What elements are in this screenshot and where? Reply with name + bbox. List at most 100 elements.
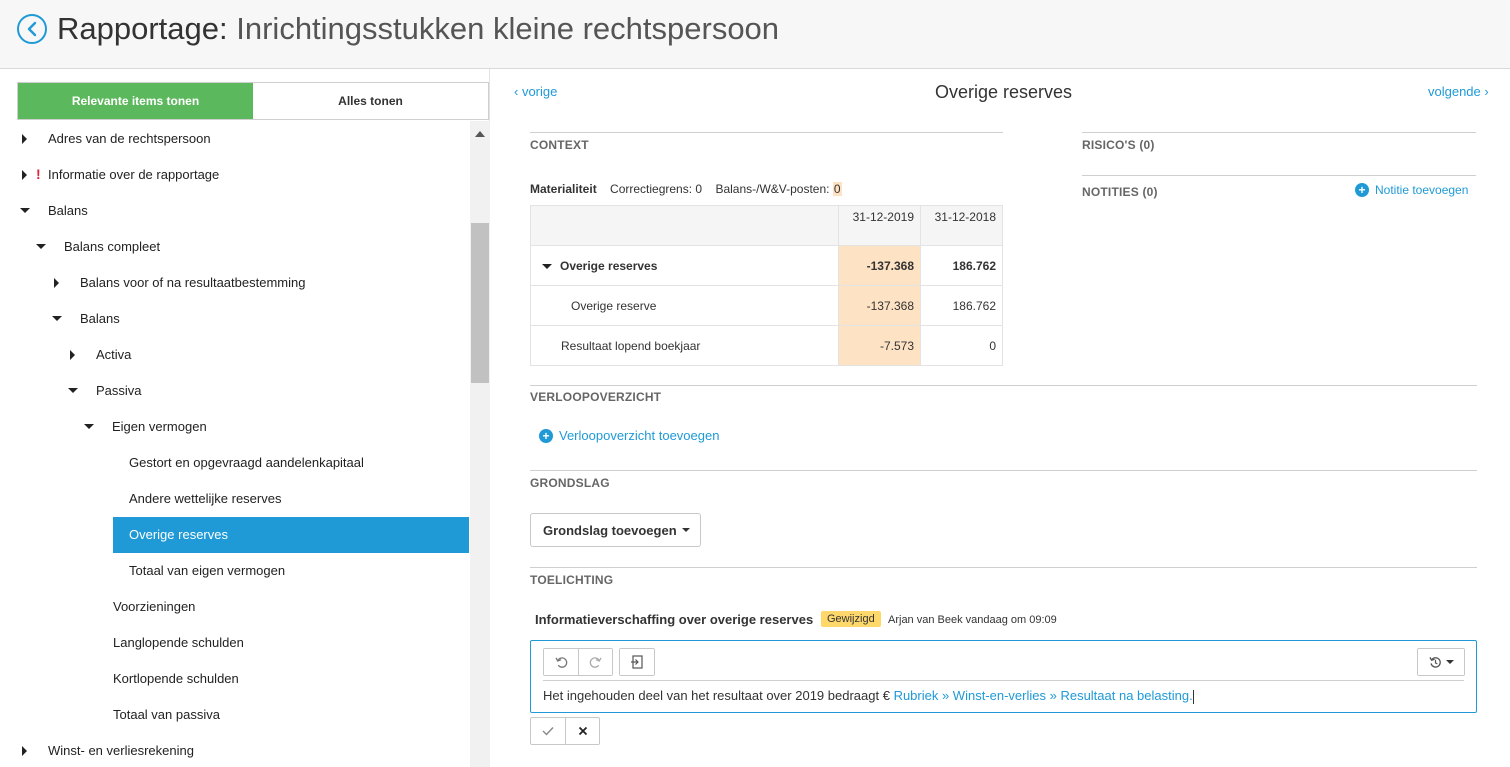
caret-right-icon[interactable] [54,278,59,288]
history-group [1417,648,1465,676]
sidebar: Relevante items tonen Alles tonen Adres … [0,69,490,767]
editor-content[interactable]: Het ingehouden deel van het resultaat ov… [543,688,1194,704]
tree-item-label: Langlopende schulden [113,635,244,650]
verloop-label: VERLOOPOVERZICHT [530,390,662,404]
tree-item-gestort[interactable]: Gestort en opgevraagd aandelenkapitaal [0,445,470,481]
insert-icon [630,655,643,669]
redo-icon [589,656,602,668]
tree-item-andere-wettelijke[interactable]: Andere wettelijke reserves [0,481,470,517]
editor-reference-link[interactable]: Rubriek » Winst-en-verlies » Resultaat n… [894,688,1193,703]
caret-down-icon[interactable] [36,244,46,249]
toggle-all-button[interactable]: Alles tonen [253,83,488,119]
grondslag-label: GRONDSLAG [530,476,610,490]
tree-item-winst-verlies[interactable]: Winst- en verliesrekening [0,733,470,767]
risks-label: RISICO'S (0) [1082,138,1155,152]
next-label: volgende [1428,84,1481,99]
caret-down-icon [681,528,690,532]
row-label: Overige reserve [530,285,839,326]
toggle-relevant-button[interactable]: Relevante items tonen [18,83,253,119]
tree-item-voorzieningen[interactable]: Voorzieningen [0,589,470,625]
sidebar-scrollbar[interactable] [470,121,490,767]
posts-label: Balans-/W&V-posten: [715,182,830,196]
cancel-button[interactable] [565,718,599,744]
caret-right-icon[interactable] [22,170,27,180]
caret-right-icon[interactable] [22,134,27,144]
history-icon [1428,656,1441,668]
materiality-row: Materialiteit Correctiegrens: 0 Balans-/… [530,182,842,196]
tree-item-informatie[interactable]: ! Informatie over de rapportage [0,157,470,193]
tree-view: Adres van de rechtspersoon ! Informatie … [0,121,470,767]
tree-item-balans-compleet[interactable]: Balans compleet [0,229,470,265]
tree-item-langlopende-schulden[interactable]: Langlopende schulden [0,625,470,661]
toolbar-divider [543,680,1464,681]
tree-item-balans-voor-na[interactable]: Balans voor of na resultaatbestemming [0,265,470,301]
tree-item-label: Activa [96,347,132,362]
insert-reference-button[interactable] [620,649,654,675]
row-value-2018: 186.762 [920,285,1003,326]
caret-down-icon[interactable] [52,316,62,321]
table-header: 31-12-2019 31-12-2018 [530,205,1003,246]
edit-meta: Arjan van Beek vandaag om 09:09 [888,614,1057,626]
prev-link[interactable]: ‹ vorige [514,84,557,99]
tree-item-totaal-eigen-vermogen[interactable]: Totaal van eigen vermogen [0,553,470,589]
table-row[interactable]: Overige reserves -137.368 186.762 [530,245,1003,286]
tree-item-label: Informatie over de rapportage [48,167,220,182]
back-icon[interactable] [17,14,47,44]
toelichting-title: Informatieverschaffing over overige rese… [535,612,814,627]
tree-item-balans[interactable]: Balans [0,301,470,337]
history-dropdown-button[interactable] [1418,649,1464,675]
redo-button[interactable] [578,649,612,675]
main-content: ‹ vorige Overige reserves volgende › CON… [490,69,1510,767]
tree-item-overige-reserves[interactable]: Overige reserves [113,517,469,553]
next-link[interactable]: volgende › [1428,84,1489,99]
row-value-2018: 186.762 [920,245,1003,286]
tree-item-label: Winst- en verliesrekening [48,743,194,758]
materiality-label: Materialiteit [530,182,597,196]
tree-item-eigen-vermogen[interactable]: Eigen vermogen [0,409,470,445]
item-title: Overige reserves [935,82,1073,102]
add-note-label: Notitie toevoegen [1375,183,1469,197]
undo-icon [554,656,567,668]
divider [530,470,1477,471]
add-grondslag-label: Grondslag toevoegen [543,522,677,538]
table-row[interactable]: Overige reserve -137.368 186.762 [530,285,1003,326]
status-badge: Gewijzigd [821,611,881,627]
undo-button[interactable] [544,649,578,675]
tree-item-adres[interactable]: Adres van de rechtspersoon [0,121,470,157]
scroll-up-icon[interactable] [475,131,485,137]
caret-right-icon[interactable] [22,746,27,756]
tree-item-label: Totaal van passiva [113,707,220,722]
sidebar-scroll-thumb[interactable] [471,223,489,383]
tree-item-totaal-passiva[interactable]: Totaal van passiva [0,697,470,733]
caret-down-icon[interactable] [542,263,552,269]
tree-item-label: Kortlopende schulden [113,671,239,686]
insert-group [619,648,655,676]
caret-down-icon[interactable] [84,424,94,429]
caret-down-icon[interactable] [68,388,78,393]
row-label: Resultaat lopend boekjaar [530,325,839,366]
divider [530,567,1477,568]
caret-down-icon[interactable] [20,208,30,213]
tree-item-kortlopende-schulden[interactable]: Kortlopende schulden [0,661,470,697]
add-verloop-button[interactable]: + Verloopoverzicht toevoegen [539,428,719,443]
table-row[interactable]: Resultaat lopend boekjaar -7.573 0 [530,325,1003,366]
caret-right-icon[interactable] [70,350,75,360]
check-icon [542,727,554,736]
caret-down-icon [1445,660,1454,664]
page-header: Rapportage: Inrichtingsstukken kleine re… [0,0,1510,69]
rich-text-editor[interactable]: Het ingehouden deel van het resultaat ov… [530,640,1477,713]
correction-value: 0 [695,182,703,196]
posts-value: 0 [832,182,842,196]
text-cursor [1192,689,1194,704]
context-table: 31-12-2019 31-12-2018 Overige reserves -… [530,205,1003,366]
undo-redo-group [543,648,613,676]
tree-item-label: Balans [80,311,120,326]
tree-item-balans-root[interactable]: Balans [0,193,470,229]
add-note-button[interactable]: + Notitie toevoegen [1355,183,1468,197]
confirm-button[interactable] [531,718,565,744]
row-value-2019: -7.573 [838,325,921,366]
tree-item-activa[interactable]: Activa [0,337,470,373]
tree-item-passiva[interactable]: Passiva [0,373,470,409]
row-value-2019: -137.368 [838,245,921,286]
add-grondslag-dropdown[interactable]: Grondslag toevoegen [530,513,701,547]
